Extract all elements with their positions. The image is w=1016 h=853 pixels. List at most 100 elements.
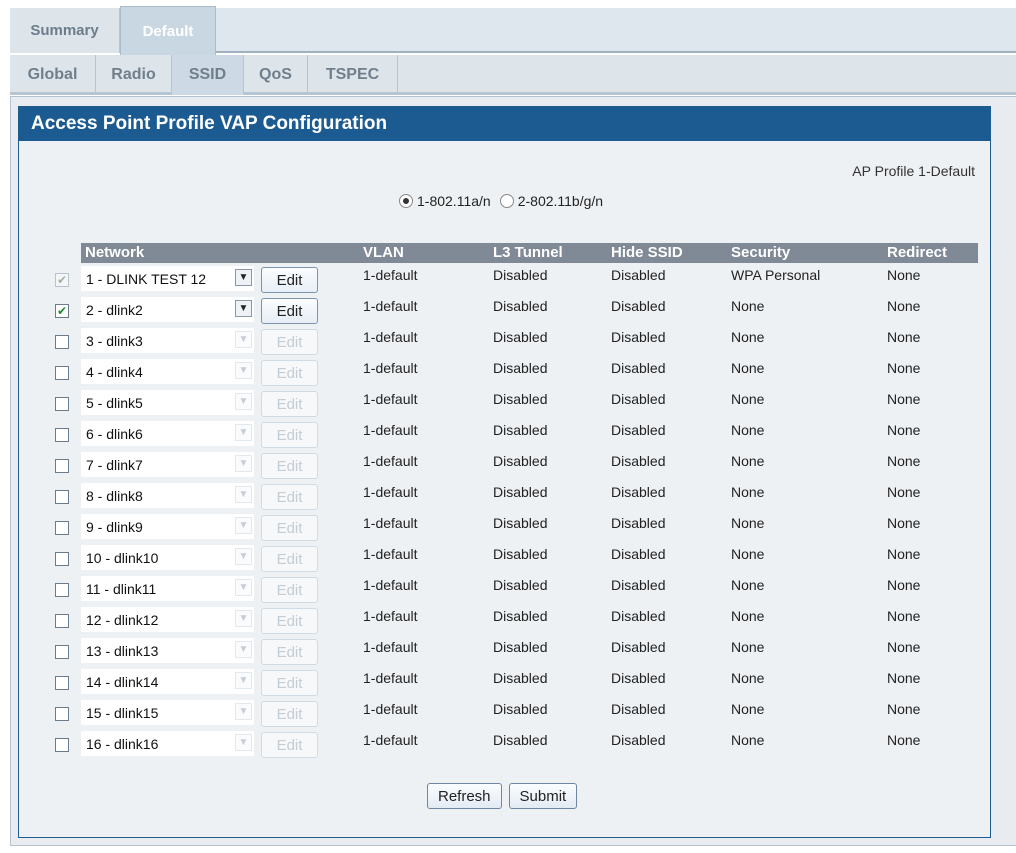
chevron-down-icon[interactable]: ▼ <box>235 331 252 348</box>
action-buttons: Refresh Submit <box>427 783 578 809</box>
table-row: 5 - dlink5 ▼ Edit 1-default Disabled Disabled… <box>19 387 992 418</box>
l3-tunnel-cell: Disabled <box>493 453 548 469</box>
table-row: 4 - dlink4 ▼ Edit 1-default Disabled Disabled… <box>19 356 992 387</box>
vlan-cell: 1-default <box>363 670 418 686</box>
edit-button[interactable]: Edit <box>261 515 318 541</box>
row-checkbox[interactable] <box>55 676 69 690</box>
tab-qos[interactable]: QoS <box>244 55 308 95</box>
chevron-down-icon[interactable]: ▼ <box>235 300 252 317</box>
chevron-down-icon[interactable]: ▼ <box>235 455 252 472</box>
chevron-down-icon[interactable]: ▼ <box>235 269 252 286</box>
edit-button[interactable]: Edit <box>261 298 318 324</box>
tab-summary[interactable]: Summary <box>10 8 120 53</box>
chevron-down-icon[interactable]: ▼ <box>235 362 252 379</box>
tab-global[interactable]: Global <box>10 55 96 95</box>
row-checkbox[interactable] <box>55 521 69 535</box>
chevron-down-icon[interactable]: ▼ <box>235 734 252 751</box>
vlan-cell: 1-default <box>363 515 418 531</box>
network-select[interactable]: 10 - dlink10 <box>81 545 254 570</box>
row-checkbox[interactable] <box>55 645 69 659</box>
edit-button[interactable]: Edit <box>261 484 318 510</box>
tab-ssid[interactable]: SSID <box>172 55 244 95</box>
radio-button-a[interactable] <box>399 194 413 208</box>
chevron-down-icon[interactable]: ▼ <box>235 641 252 658</box>
row-checkbox[interactable] <box>55 738 69 752</box>
table-row: 14 - dlink14 ▼ Edit 1-default Disabled Disabl… <box>19 666 992 697</box>
hide-ssid-cell: Disabled <box>611 484 666 500</box>
row-checkbox[interactable] <box>55 707 69 721</box>
network-select[interactable]: 5 - dlink5 <box>81 390 254 415</box>
edit-button[interactable]: Edit <box>261 701 318 727</box>
row-checkbox[interactable] <box>55 459 69 473</box>
chevron-down-icon[interactable]: ▼ <box>235 548 252 565</box>
tab-radio[interactable]: Radio <box>96 55 172 95</box>
tab-default[interactable]: Default <box>120 6 216 55</box>
edit-button[interactable]: Edit <box>261 732 318 758</box>
network-select[interactable]: 3 - dlink3 <box>81 328 254 353</box>
row-checkbox[interactable] <box>55 428 69 442</box>
row-checkbox[interactable] <box>55 397 69 411</box>
panel-title: Access Point Profile VAP Configuration <box>19 107 990 141</box>
network-select[interactable]: 9 - dlink9 <box>81 514 254 539</box>
security-cell: None <box>731 329 765 345</box>
l3-tunnel-cell: Disabled <box>493 577 548 593</box>
row-checkbox[interactable] <box>55 614 69 628</box>
header-security: Security <box>731 244 791 261</box>
header-hide-ssid: Hide SSID <box>611 244 683 261</box>
row-checkbox[interactable] <box>55 490 69 504</box>
chevron-down-icon[interactable]: ▼ <box>235 703 252 720</box>
network-select[interactable]: 12 - dlink12 <box>81 607 254 632</box>
network-select[interactable]: 16 - dlink16 <box>81 731 254 756</box>
network-select[interactable]: 8 - dlink8 <box>81 483 254 508</box>
radio-button-b[interactable] <box>499 194 514 208</box>
row-checkbox[interactable]: ✔ <box>55 273 69 287</box>
vlan-cell: 1-default <box>363 546 418 562</box>
table-row: 7 - dlink7 ▼ Edit 1-default Disabled Disabled… <box>19 449 992 480</box>
network-select[interactable]: 6 - dlink6 <box>81 421 254 446</box>
network-select[interactable]: 15 - dlink15 <box>81 700 254 725</box>
chevron-down-icon[interactable]: ▼ <box>235 517 252 534</box>
tab-tspec[interactable]: TSPEC <box>308 55 398 95</box>
chevron-down-icon[interactable]: ▼ <box>235 610 252 627</box>
radio-option-b[interactable]: 2-802.11b/g/n <box>499 193 603 209</box>
edit-button[interactable]: Edit <box>261 639 318 665</box>
edit-button[interactable]: Edit <box>261 360 318 386</box>
redirect-cell: None <box>887 453 921 469</box>
row-checkbox[interactable] <box>55 583 69 597</box>
submit-button[interactable]: Submit <box>508 783 578 809</box>
edit-button[interactable]: Edit <box>261 453 318 479</box>
network-select[interactable]: 13 - dlink13 <box>81 638 254 663</box>
hide-ssid-cell: Disabled <box>611 391 666 407</box>
table-header: Network VLAN L3 Tunnel Hide SSID Securit… <box>81 243 978 263</box>
network-select[interactable]: 11 - dlink11 <box>81 576 254 601</box>
edit-button[interactable]: Edit <box>261 391 318 417</box>
l3-tunnel-cell: Disabled <box>493 484 548 500</box>
chevron-down-icon[interactable]: ▼ <box>235 579 252 596</box>
chevron-down-icon[interactable]: ▼ <box>235 672 252 689</box>
row-checkbox[interactable] <box>55 552 69 566</box>
l3-tunnel-cell: Disabled <box>493 422 548 438</box>
refresh-button[interactable]: Refresh <box>427 783 502 809</box>
table-row: 9 - dlink9 ▼ Edit 1-default Disabled Disabled… <box>19 511 992 542</box>
edit-button[interactable]: Edit <box>261 608 318 634</box>
network-select[interactable]: 14 - dlink14 <box>81 669 254 694</box>
row-checkbox[interactable]: ✔ <box>55 304 69 318</box>
edit-button[interactable]: Edit <box>261 546 318 572</box>
row-checkbox[interactable] <box>55 366 69 380</box>
edit-button[interactable]: Edit <box>261 670 318 696</box>
chevron-down-icon[interactable]: ▼ <box>235 486 252 503</box>
edit-button[interactable]: Edit <box>261 329 318 355</box>
row-checkbox[interactable] <box>55 335 69 349</box>
edit-button[interactable]: Edit <box>261 422 318 448</box>
edit-button[interactable]: Edit <box>261 267 318 293</box>
chevron-down-icon[interactable]: ▼ <box>235 424 252 441</box>
hide-ssid-cell: Disabled <box>611 577 666 593</box>
radio-option-a[interactable]: 1-802.11a/n <box>399 193 491 209</box>
network-select[interactable]: 7 - dlink7 <box>81 452 254 477</box>
edit-button[interactable]: Edit <box>261 577 318 603</box>
chevron-down-icon[interactable]: ▼ <box>235 393 252 410</box>
network-select[interactable]: 2 - dlink2 <box>81 297 254 322</box>
network-select[interactable]: 4 - dlink4 <box>81 359 254 384</box>
redirect-cell: None <box>887 732 921 748</box>
network-select[interactable]: 1 - DLINK TEST 12 <box>81 266 254 291</box>
